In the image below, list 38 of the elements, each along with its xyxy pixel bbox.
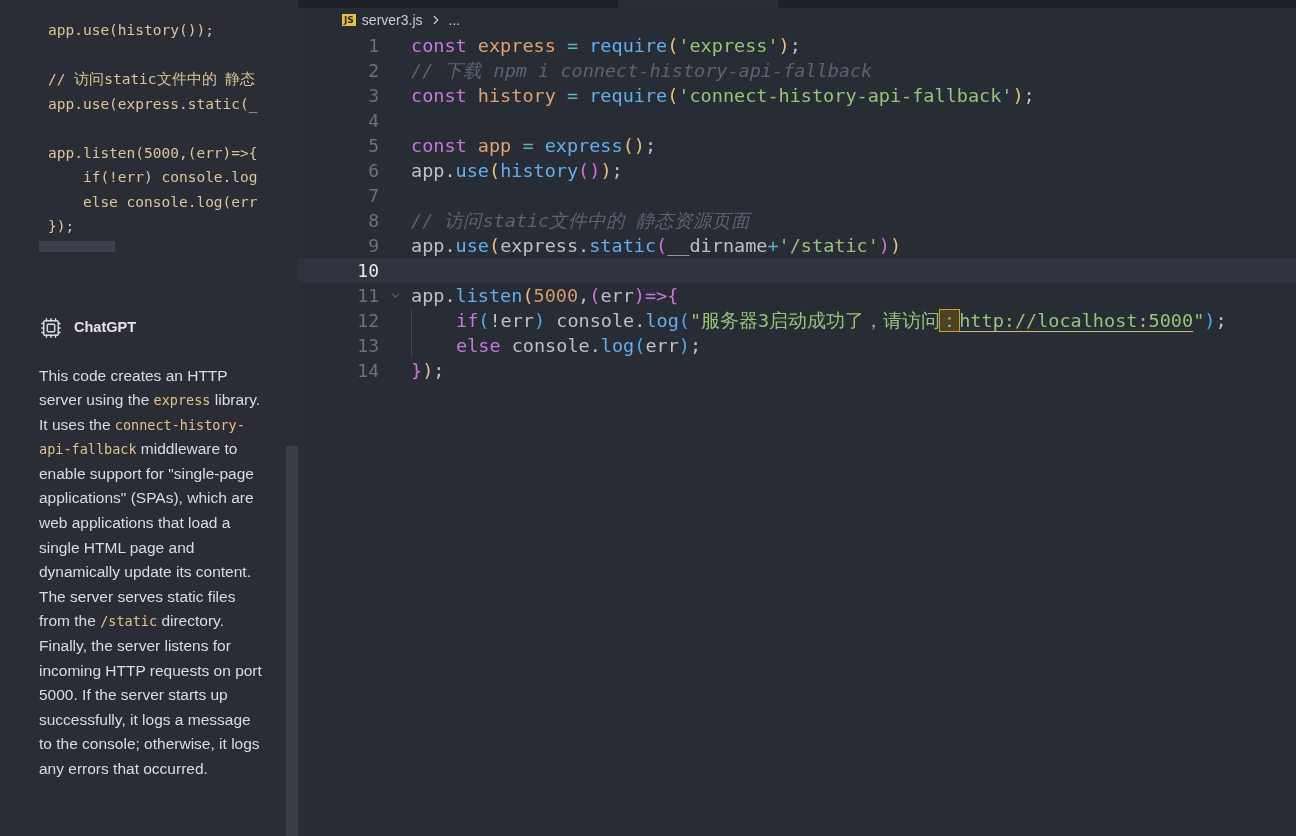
line-number: 10 bbox=[356, 259, 379, 283]
line-number: 1 bbox=[367, 34, 379, 58]
code-line: const express = require('express'); bbox=[411, 33, 801, 58]
code-line: app.use(express.static(__dirname+'/static')) bbox=[411, 233, 902, 258]
chip-icon bbox=[40, 316, 62, 339]
code-line: }); bbox=[48, 218, 75, 234]
line-number: 5 bbox=[367, 134, 379, 158]
code-line: app.listen(5000,(err)=>{ bbox=[48, 144, 258, 161]
line-number: 3 bbox=[367, 84, 379, 108]
line-number: 11 bbox=[356, 284, 379, 308]
code-line: // 访问static文件中的 静态 bbox=[48, 71, 256, 87]
line-number: 13 bbox=[356, 334, 379, 358]
code-line: // 下载 npm i connect-history-api-fallback bbox=[411, 58, 873, 83]
breadcrumb-more[interactable]: ... bbox=[448, 9, 461, 31]
code-line: // 访问static文件中的 静态资源页面 bbox=[411, 208, 751, 233]
code-line: const history = require('connect-history-api-fallback'); bbox=[411, 83, 1035, 108]
code-line: if(!err) console.log bbox=[81, 169, 258, 185]
breadcrumb-file[interactable]: server3.js bbox=[361, 9, 423, 31]
code-line: }); bbox=[411, 358, 445, 383]
line-number: 6 bbox=[367, 159, 379, 183]
code-line: else console.log(err); bbox=[456, 333, 702, 358]
assistant-name: ChatGPT bbox=[74, 317, 137, 337]
code-line: app.use(history()); bbox=[411, 158, 623, 183]
code-line: if(!err) console.log("服务器3启动成功了，请访问：http://localhost:5000"); bbox=[456, 308, 1227, 333]
line-number: 7 bbox=[367, 184, 379, 208]
code-line: app.listen(5000,(err)=>{ bbox=[411, 283, 679, 308]
assistant-answer: This code creates an HTTP server using the express library. It uses the connect-history-api-fallback middleware to enable support for "single-page applications" (SPAs), which are web applications that load a single HTML page and dynamically update its content. The server serves static files from the /static directory. Finally, the server listens for incoming HTTP requests on port 5000. If the server starts up successfully, it logs a message to the console; otherwise, it logs any errors that occurred. bbox=[39, 365, 263, 779]
line-number: 14 bbox=[356, 359, 379, 383]
line-number: 2 bbox=[367, 59, 379, 83]
code-line: app.use(express.static(_ bbox=[48, 95, 258, 112]
code-line: else console.log(err bbox=[81, 193, 258, 210]
line-number: 9 bbox=[367, 234, 379, 258]
line-number: 12 bbox=[356, 309, 379, 333]
code-line: const app = express(); bbox=[411, 133, 657, 158]
file-type-label: JS bbox=[342, 14, 356, 26]
line-number: 8 bbox=[367, 209, 379, 233]
line-number: 4 bbox=[367, 109, 379, 133]
code-line: app.use(history()); bbox=[48, 22, 214, 38]
